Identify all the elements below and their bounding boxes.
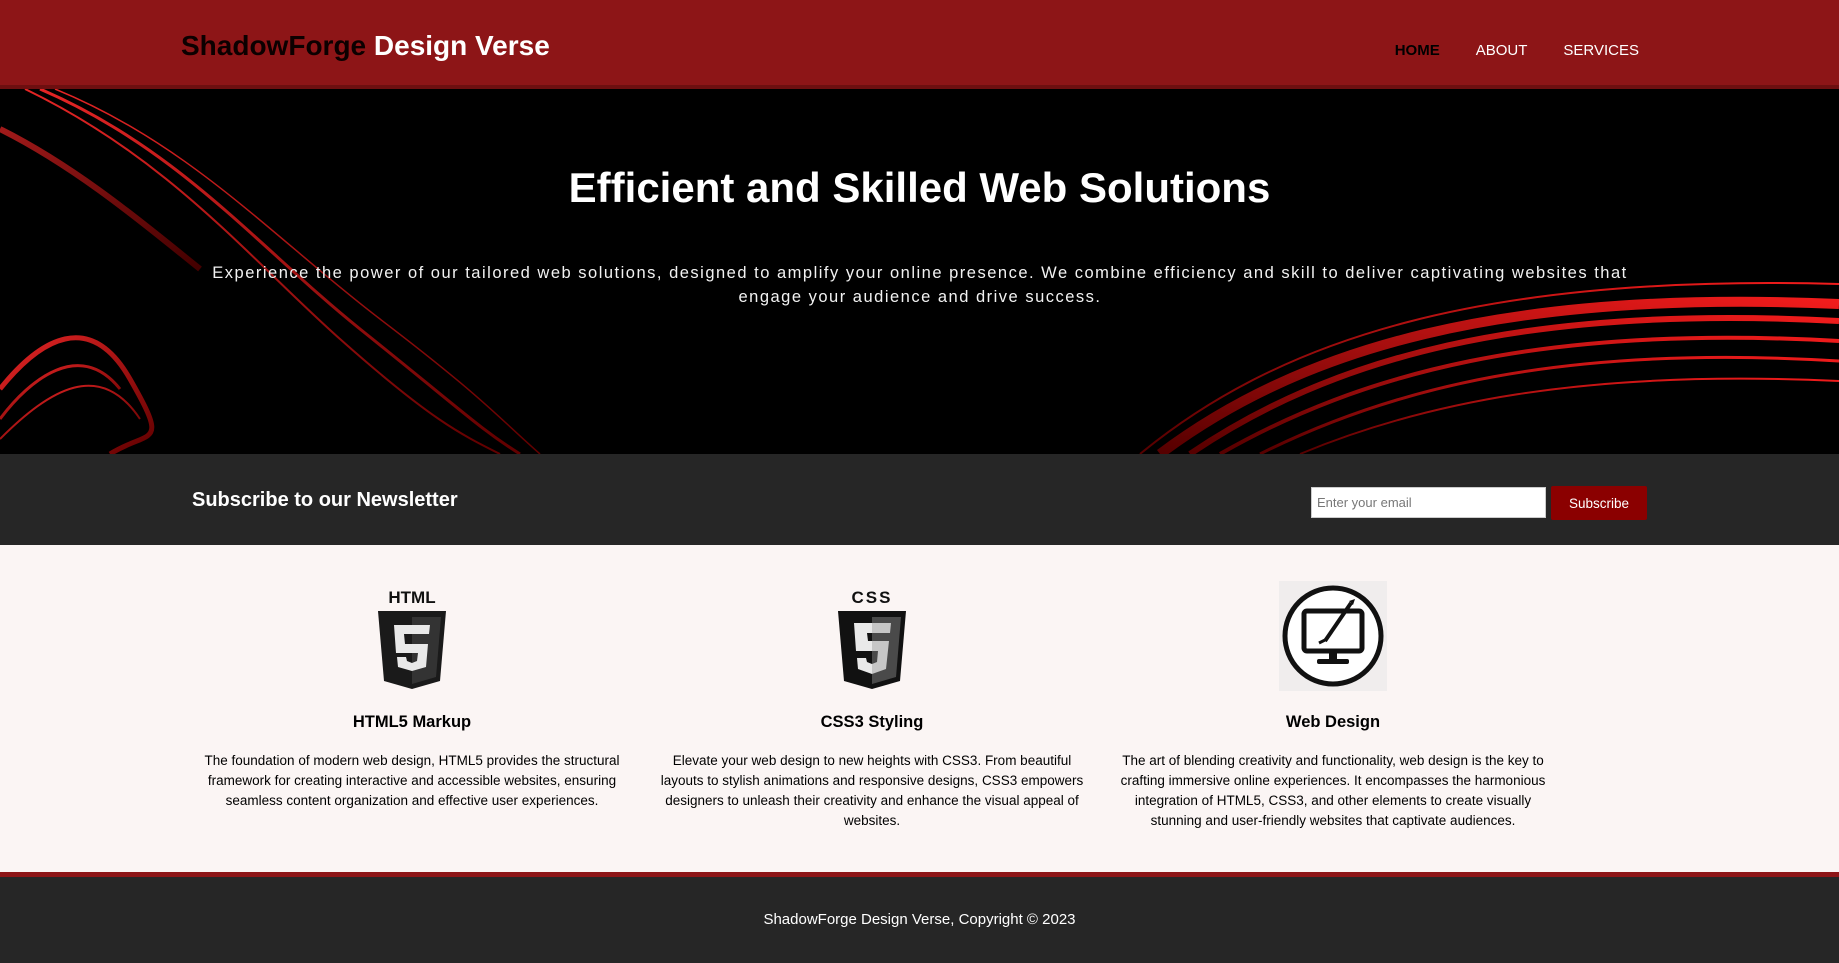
subscribe-button[interactable]: Subscribe [1551,486,1647,520]
svg-text:HTML: HTML [388,588,435,607]
web-design-icon [1279,581,1387,691]
svg-text:CSS: CSS [852,588,893,607]
feature-title: HTML5 Markup [352,713,472,731]
feature-title: CSS3 Styling [820,713,924,731]
brand-name-part1: ShadowForge [181,30,367,61]
site-header: ShadowForge Design Verse HOME ABOUT SERV… [0,0,1839,89]
hero-section: Efficient and Skilled Web Solutions Expe… [0,89,1839,454]
nav-about-link[interactable]: ABOUT [1476,42,1528,59]
feature-title: Web Design [1285,713,1381,731]
feature-description: The art of blending creativity and funct… [1120,753,1546,828]
features-section: HTML HTML5 Markup The foundation of mode… [0,545,1839,872]
copyright-text: ShadowForge Design Verse, Copyright © 20… [763,911,1076,928]
site-footer: ShadowForge Design Verse, Copyright © 20… [0,872,1839,963]
main-nav: HOME ABOUT SERVICES [1395,42,1639,59]
email-input[interactable] [1311,487,1546,518]
brand-logo[interactable]: ShadowForge Design Verse [181,30,550,62]
newsletter-title: Subscribe to our Newsletter [192,489,458,511]
nav-home-link[interactable]: HOME [1395,42,1440,59]
brand-name-part2: Design Verse [373,30,550,61]
nav-services-link[interactable]: SERVICES [1563,42,1639,59]
feature-description: The foundation of modern web design, HTM… [204,753,620,808]
css3-icon: CSS [818,581,926,691]
feature-description: Elevate your web design to new heights w… [660,753,1084,828]
hero-description: Experience the power of our tailored web… [212,264,1628,306]
newsletter-section: Subscribe to our Newsletter Subscribe [0,454,1839,545]
hero-title: Efficient and Skilled Web Solutions [568,164,1271,211]
html5-icon: HTML [358,581,466,691]
